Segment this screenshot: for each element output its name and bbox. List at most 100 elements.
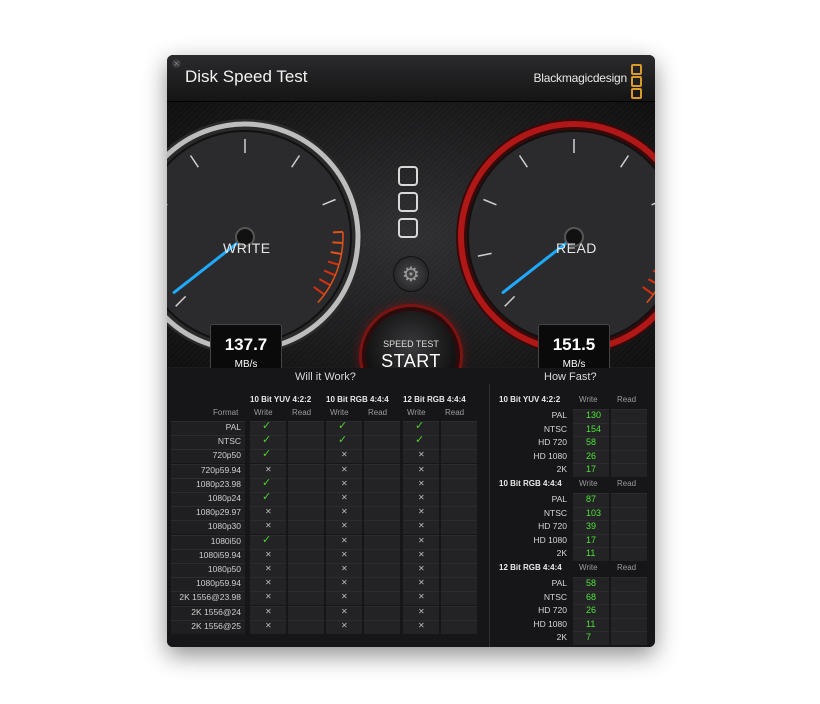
table-row: 720p59.94 ✕ ✕ ✕ [171,463,486,478]
table-row: 1080p59.94 ✕ ✕ ✕ [171,577,486,592]
write-gauge [167,117,365,357]
check-icon: ✓ [262,433,272,447]
write-column-header: Write [579,563,598,572]
read-cell [288,477,324,492]
read-cell [288,534,324,549]
cross-icon: ✕ [418,564,425,573]
read-cell [441,548,477,563]
read-cell [288,421,324,435]
write-gauge-dial [167,119,363,355]
format-label: 1080p24 [207,493,241,503]
read-cell [441,619,477,634]
format-label: 1080p23.98 [196,478,241,489]
check-icon: ✓ [262,419,272,432]
read-speed-value: 151.5 [552,335,596,354]
brand-logo-icon [631,64,642,100]
target-drive-button-3[interactable] [398,218,418,238]
read-speed-cell [611,436,647,450]
read-cell [364,492,400,506]
write-speed-value: 26 [586,450,597,461]
read-cell [288,619,324,634]
read-cell [364,435,400,450]
read-cell [364,591,400,606]
read-cell [441,463,477,478]
check-icon: ✓ [262,490,272,503]
format-group-header: 10 Bit YUV 4:2:2 [250,395,312,404]
read-gauge [454,117,655,357]
speed-format-label: NTSC [543,423,567,434]
app-window: × Disk Speed Test Blackmagicdesign WRITE… [167,55,655,647]
cross-icon: ✕ [265,464,272,474]
read-speed-cell [611,409,647,423]
read-cell [364,477,400,492]
read-column-header: Read [617,563,637,572]
read-speed-cell [611,449,647,464]
read-cell [288,435,324,450]
write-speed-value: 58 [586,578,597,588]
start-button-caption: SPEED TEST [383,339,439,349]
read-cell [288,605,324,620]
read-speed-cell [611,547,647,561]
cross-icon: ✕ [341,606,348,616]
target-drive-button-2[interactable] [398,192,418,212]
cross-icon: ✕ [341,564,348,573]
read-speed-cell [611,631,647,645]
write-column-header: Write [579,395,598,404]
cross-icon: ✕ [341,592,348,602]
read-speed-cell [611,422,647,437]
speed-format-label: HD 720 [538,605,567,616]
format-label: 2K 1556@25 [191,620,241,631]
write-speed-value: 11 [586,548,596,559]
read-speed-cell [611,533,647,548]
format-label: 1080p50 [207,564,241,574]
write-column-header: Write [254,408,273,417]
format-label: 2K 1556@23.98 [179,592,241,603]
target-drive-button-1[interactable] [398,166,418,186]
read-column-header: Read [617,395,637,404]
write-column-header: Write [330,408,349,417]
read-speed-cell [611,520,647,534]
read-cell [364,548,400,563]
check-icon: ✓ [262,532,272,546]
speed-format-label: 2K [556,632,567,643]
brand-name: Blackmagicdesign [533,71,627,85]
cross-icon: ✕ [418,493,425,502]
write-speed-value: 39 [586,521,597,532]
cross-icon: ✕ [265,521,272,531]
speed-format-label: HD 1080 [533,450,567,461]
gauge-redline-tick [332,241,343,244]
check-icon: ✓ [338,419,348,432]
read-cell [364,520,400,535]
table-row: 2K 1556@25 ✕ ✕ ✕ [171,619,486,634]
write-column-header: Write [407,408,426,417]
read-cell [288,563,324,577]
cross-icon: ✕ [265,564,272,573]
read-cell [441,520,477,535]
write-gauge-label: WRITE [223,240,271,256]
write-speed-value: 154 [586,423,602,434]
speed-group-header: 10 Bit RGB 4:4:4 [499,479,562,488]
table-row: 2K 1556@24 ✕ ✕ ✕ [171,605,486,620]
read-cell [288,463,324,478]
will-it-work-title: Will it Work? [295,371,356,383]
cross-icon: ✕ [341,507,348,517]
read-speed-cell [611,590,647,605]
format-label: 720p59.94 [200,464,241,475]
cross-icon: ✕ [341,521,348,531]
write-speed-value: 11 [586,618,596,629]
cross-icon: ✕ [418,521,425,531]
cross-icon: ✕ [418,450,425,460]
table-row: 1080p30 ✕ ✕ ✕ [171,520,486,535]
settings-gear-icon[interactable]: ⚙ [393,256,429,292]
cross-icon: ✕ [341,450,348,460]
read-speed-cell [611,604,647,618]
cross-icon: ✕ [418,507,425,517]
cross-icon: ✕ [418,592,425,602]
read-cell [288,591,324,606]
read-cell [288,492,324,506]
close-button[interactable]: × [172,59,181,68]
cross-icon: ✕ [265,592,272,602]
read-cell [288,548,324,563]
speed-format-label: NTSC [543,591,567,602]
write-speed-value: 26 [586,605,597,616]
